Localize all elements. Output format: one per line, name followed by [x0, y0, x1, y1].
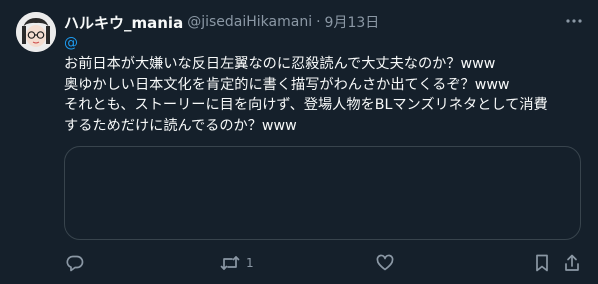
- separator-dot: ·: [316, 14, 321, 30]
- tweet-text-line: お前日本が大嫌いな反日左翼なのに忍殺読んで大丈夫なのか？www: [64, 56, 496, 72]
- share-button[interactable]: [564, 252, 580, 274]
- tweet[interactable]: ハルキウ_mania @jisedaiHikamani · 9月13日 @ お前…: [0, 0, 598, 284]
- retweet-count: 1: [246, 256, 254, 270]
- heart-icon: [376, 254, 394, 271]
- tweet-text-line: 奥ゆかしい日本文化を肯定的に書く描写がわんさか出てくるぞ？www: [64, 76, 510, 93]
- avatar[interactable]: [16, 12, 56, 52]
- tweet-text-line: それとも、ストーリーに目を向けず、登場人物をBLマンズリネタとして消費: [64, 97, 548, 113]
- bookmark-button[interactable]: [534, 252, 550, 274]
- tweet-text: お前日本が大嫌いな反日左翼なのに忍殺読んで大丈夫なのか？www 奥ゆかしい日本文…: [64, 54, 589, 136]
- user-handle[interactable]: @jisedaiHikamani: [187, 14, 312, 30]
- reply-icon: [66, 255, 84, 272]
- mention-link[interactable]: @: [64, 35, 78, 51]
- media-card[interactable]: [64, 146, 581, 240]
- tweet-header: ハルキウ_mania @jisedaiHikamani · 9月13日: [64, 11, 379, 33]
- share-icon: [565, 254, 579, 271]
- tweet-date[interactable]: 9月13日: [325, 12, 380, 32]
- reply-button[interactable]: [66, 252, 84, 274]
- like-button[interactable]: [376, 252, 394, 274]
- action-bar: 1: [64, 252, 584, 274]
- bookmark-icon: [536, 254, 548, 272]
- retweet-button[interactable]: 1: [220, 252, 254, 274]
- tweet-text-line: するためだけに読んでるのか？www: [64, 117, 297, 134]
- display-name[interactable]: ハルキウ_mania: [64, 12, 183, 33]
- retweet-icon: [220, 256, 240, 270]
- more-icon[interactable]: [564, 11, 584, 31]
